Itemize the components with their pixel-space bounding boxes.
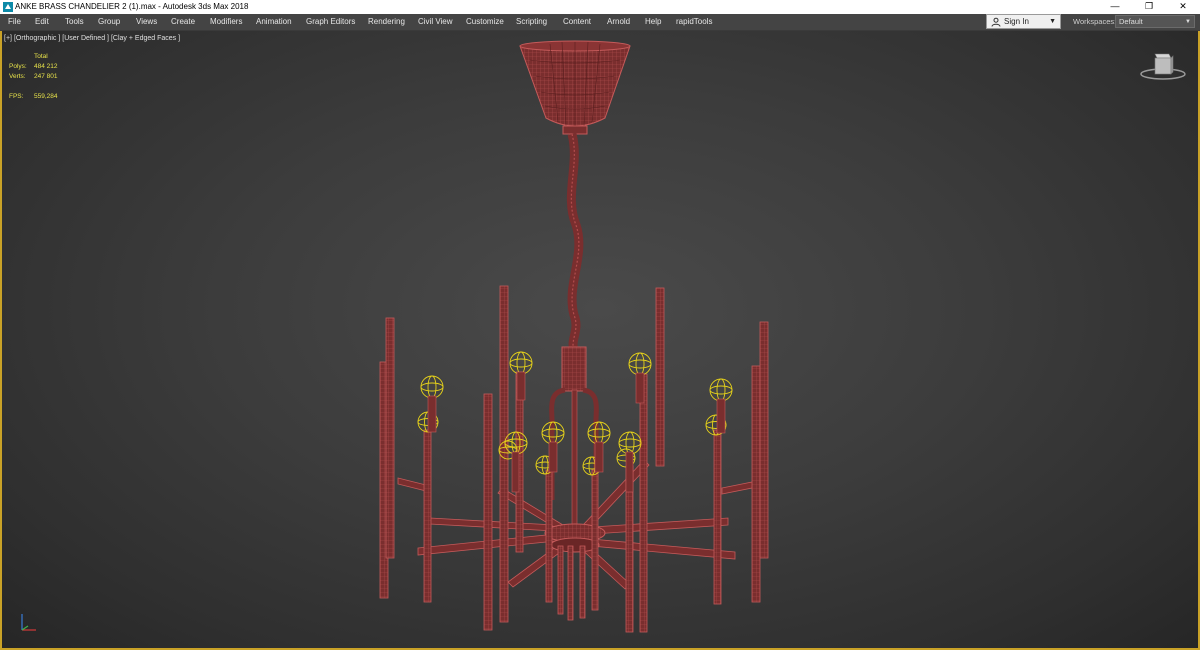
axis-tripod-icon (21, 614, 36, 631)
menu-group[interactable]: Group (98, 14, 120, 30)
menu-animation[interactable]: Animation (256, 14, 292, 30)
chandelier-model[interactable] (0, 31, 1200, 648)
menu-views[interactable]: Views (136, 14, 157, 30)
menu-file[interactable]: File (8, 14, 21, 30)
restore-button[interactable]: ❐ (1132, 0, 1166, 14)
menu-graph-editors[interactable]: Graph Editors (306, 14, 355, 30)
bulb (420, 375, 444, 399)
workspaces-select[interactable]: Default ▼ (1115, 15, 1195, 28)
workspaces-label: Workspaces: (1073, 17, 1117, 26)
menu-rendering[interactable]: Rendering (368, 14, 405, 30)
menu-content[interactable]: Content (563, 14, 591, 30)
window-title: ANKE BRASS CHANDELIER 2 (1).max - Autode… (15, 2, 249, 11)
close-button[interactable]: ✕ (1166, 0, 1200, 14)
bulb (709, 378, 733, 402)
chevron-down-icon: ▼ (1185, 19, 1191, 25)
ceiling-canopy[interactable] (519, 40, 631, 135)
menu-rapidtools[interactable]: rapidTools (676, 14, 712, 30)
bulb (628, 352, 652, 376)
bulb (618, 431, 642, 455)
menu-help[interactable]: Help (645, 14, 661, 30)
bulb (509, 351, 533, 375)
hanging-chain[interactable] (566, 132, 584, 352)
minimize-button[interactable]: — (1098, 0, 1132, 14)
menu-create[interactable]: Create (171, 14, 195, 30)
menu-civil-view[interactable]: Civil View (418, 14, 453, 30)
menu-modifiers[interactable]: Modifiers (210, 14, 242, 30)
bulb (587, 421, 611, 445)
workspaces-value: Default (1119, 17, 1143, 26)
menu-edit[interactable]: Edit (35, 14, 49, 30)
chevron-down-icon: ▼ (1049, 18, 1056, 25)
central-body[interactable] (549, 346, 599, 526)
viewcube-icon[interactable] (1138, 50, 1188, 82)
sign-in-dropdown[interactable]: Sign In ▼ (986, 14, 1061, 29)
menu-customize[interactable]: Customize (466, 14, 504, 30)
menu-scripting[interactable]: Scripting (516, 14, 547, 30)
title-bar: ANKE BRASS CHANDELIER 2 (1).max - Autode… (0, 0, 1200, 14)
3ds-max-logo-icon (3, 2, 13, 12)
user-icon (991, 17, 1001, 27)
menu-tools[interactable]: Tools (65, 14, 84, 30)
sign-in-label: Sign In (1004, 17, 1029, 26)
menu-arnold[interactable]: Arnold (607, 14, 630, 30)
